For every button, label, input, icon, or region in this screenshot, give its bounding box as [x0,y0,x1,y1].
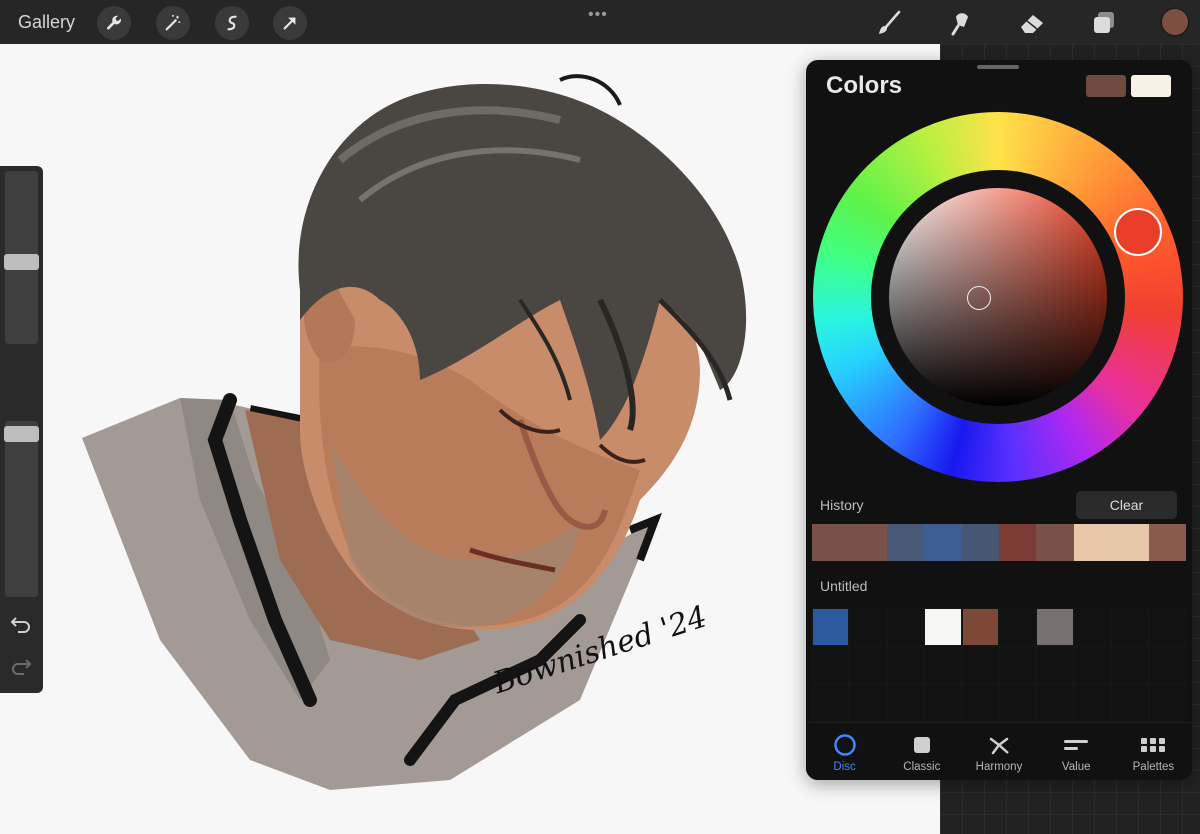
palette-swatch[interactable] [886,608,925,646]
palette-swatch[interactable] [999,608,1037,646]
brush-tool[interactable] [872,6,906,40]
tab-label: Disc [833,761,856,773]
palette-swatch[interactable] [1111,684,1149,722]
history-swatch[interactable] [1073,524,1112,561]
colors-panel: Colors History Clear Untitled Disc Class… [806,60,1192,780]
palette-swatch[interactable] [1111,608,1149,646]
selection-button[interactable] [215,6,249,40]
smudge-tool[interactable] [944,6,978,40]
panel-grabber[interactable] [977,65,1019,69]
palette-swatch[interactable] [812,608,850,646]
palette-swatch[interactable] [924,684,962,722]
palette-swatch[interactable] [1073,684,1112,722]
tab-disc[interactable]: Disc [806,723,883,780]
history-swatch[interactable] [961,524,1000,561]
drawing-canvas[interactable]: Bownished '24 [0,44,940,834]
disc-icon [833,734,856,756]
palette-label: Untitled [820,578,868,594]
redo-icon[interactable] [10,657,32,675]
eraser-tool[interactable] [1015,6,1049,40]
current-color-button[interactable] [1160,7,1190,37]
history-swatch[interactable] [1148,524,1187,561]
palette-swatch[interactable] [961,684,999,722]
tab-harmony[interactable]: Harmony [960,723,1037,780]
history-swatch[interactable] [886,524,925,561]
tab-value[interactable]: Value [1038,723,1115,780]
palette-grid [812,608,1186,722]
brush-icon [879,10,901,34]
history-swatch[interactable] [999,524,1037,561]
classic-square-icon [913,737,930,753]
harmony-icon [989,737,1009,755]
history-swatch[interactable] [924,524,962,561]
palette-swatch[interactable] [1148,684,1186,722]
palette-swatch[interactable] [961,608,999,646]
palette-swatch[interactable] [1073,608,1112,646]
left-sidebar [0,166,43,693]
tab-classic[interactable]: Classic [883,723,960,780]
panel-title: Colors [826,72,903,99]
tab-palettes[interactable]: Palettes [1115,723,1192,780]
layers-icon [1094,12,1114,33]
history-label: History [820,497,864,513]
palette-swatch[interactable] [1036,684,1074,722]
palette-swatch[interactable] [849,608,887,646]
palette-swatch[interactable] [1111,646,1149,684]
secondary-color-swatch[interactable] [1131,75,1171,97]
palette-swatch[interactable] [1148,608,1186,646]
clear-history-button[interactable]: Clear [1076,491,1177,519]
adjustments-button[interactable] [156,6,190,40]
palette-swatch[interactable] [849,646,887,684]
primary-color-swatch[interactable] [1086,75,1126,97]
color-mode-tabbar: Disc Classic Harmony Value Palettes [806,722,1192,780]
actions-button[interactable] [97,6,131,40]
palette-swatch[interactable] [849,684,887,722]
eraser-icon [1021,15,1043,33]
opacity-thumb[interactable] [4,425,39,442]
palette-swatch[interactable] [812,646,850,684]
history-swatch[interactable] [1111,524,1149,561]
value-sliders-icon [1064,740,1089,750]
opacity-slider[interactable] [5,421,38,597]
palette-swatch[interactable] [924,608,962,646]
hue-selector-knob[interactable] [1114,208,1162,256]
palette-swatch[interactable] [1073,646,1112,684]
palette-swatch[interactable] [886,684,925,722]
top-toolbar: Gallery ••• [0,0,1200,44]
saturation-brightness-disc[interactable] [889,188,1107,406]
palette-swatch[interactable] [1036,646,1074,684]
tab-label: Classic [903,761,941,773]
history-swatch[interactable] [849,524,887,561]
transform-arrow-icon [283,17,296,30]
brush-size-thumb[interactable] [4,254,39,271]
color-selector-knob[interactable] [967,286,991,310]
palette-swatch[interactable] [886,646,925,684]
palette-swatch[interactable] [1036,608,1074,646]
wrench-icon [106,15,121,30]
smudge-icon [951,13,968,36]
palette-swatch[interactable] [812,684,850,722]
palette-swatch[interactable] [924,646,962,684]
tab-label: Palettes [1132,761,1175,773]
palette-swatch[interactable] [1148,646,1186,684]
more-options-dots[interactable]: ••• [588,6,608,24]
tab-label: Value [1061,761,1091,773]
layers-tool[interactable] [1087,6,1121,40]
gallery-button[interactable]: Gallery [18,12,75,33]
palette-swatch[interactable] [961,646,999,684]
history-swatch[interactable] [1036,524,1074,561]
palette-swatch[interactable] [999,646,1037,684]
tab-label: Harmony [975,761,1023,773]
palette-swatch[interactable] [999,684,1037,722]
undo-icon[interactable] [10,615,32,633]
history-swatch[interactable] [812,524,850,561]
selection-icon [227,15,237,31]
color-history-row [812,524,1187,561]
portrait-artwork [82,74,747,790]
palettes-grid-icon [1141,738,1166,752]
magic-wand-icon [165,14,181,31]
transform-button[interactable] [273,6,307,40]
